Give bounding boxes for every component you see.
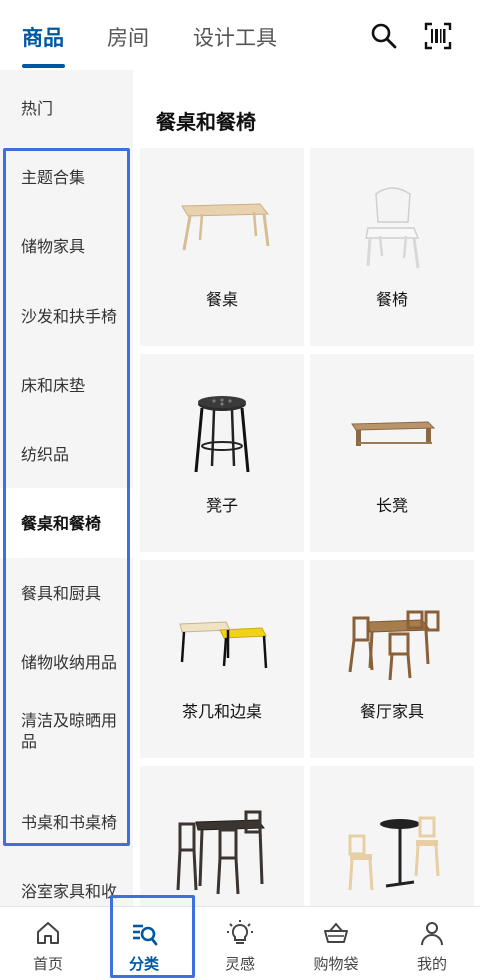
- product-card-dining-chairs[interactable]: 餐椅: [310, 148, 474, 346]
- product-label: 茶几和边桌: [181, 702, 262, 721]
- category-sidebar: 热门 主题合集 储物家具 沙发和扶手椅 床和床垫 纺织品 餐桌和餐椅 餐具和厨具…: [0, 70, 133, 906]
- nav-inspiration[interactable]: 灵感: [192, 907, 288, 980]
- category-content: 餐桌和餐椅 餐桌 餐椅 凳子 长凳 茶几和边桌 餐厅家具: [133, 70, 480, 906]
- active-tab-indicator: [22, 64, 65, 68]
- search-icon[interactable]: [370, 22, 398, 50]
- basket-icon: [324, 922, 348, 943]
- product-card-coffee-side-tables[interactable]: 茶几和边桌: [140, 560, 304, 758]
- tab-design-tools[interactable]: 设计工具: [193, 22, 277, 52]
- dining-set-image: [348, 610, 440, 681]
- home-icon: [37, 922, 59, 944]
- dining-table-image: [181, 203, 270, 251]
- product-label: 凳子: [205, 496, 238, 515]
- sidebar-item-desks[interactable]: 书桌和书桌椅: [0, 787, 133, 857]
- cafe-set-image: [348, 816, 440, 891]
- sidebar-item-storage-organisers[interactable]: 储物收纳用品: [0, 627, 133, 697]
- nav-home-label: 首页: [32, 955, 63, 973]
- product-label: 餐桌: [205, 290, 238, 309]
- product-card-dining-tables[interactable]: 餐桌: [140, 148, 304, 346]
- sidebar-item-textiles[interactable]: 纺织品: [0, 419, 133, 489]
- sidebar-item-storage-furniture[interactable]: 储物家具: [0, 211, 133, 281]
- bar-table-set-image: [176, 810, 265, 895]
- nav-inspiration-label: 灵感: [224, 955, 255, 973]
- product-card-cafe-sets[interactable]: [310, 766, 474, 906]
- nav-home[interactable]: 首页: [0, 907, 96, 980]
- nav-profile[interactable]: 我的: [384, 907, 480, 980]
- top-tab-bar: 商品 房间 设计工具: [0, 0, 480, 70]
- stool-image: [194, 396, 250, 473]
- side-table-image: [179, 621, 268, 669]
- sidebar-item-cookware[interactable]: 餐具和厨具: [0, 558, 133, 628]
- dining-chair-image: [365, 187, 420, 269]
- product-label: 长凳: [375, 496, 408, 515]
- product-card-stools[interactable]: 凳子: [140, 354, 304, 552]
- lightbulb-icon: [227, 920, 253, 944]
- user-icon: [421, 922, 443, 946]
- tab-rooms[interactable]: 房间: [107, 22, 149, 52]
- nav-profile-label: 我的: [416, 955, 447, 973]
- sidebar-item-bathroom[interactable]: 浴室家具和收: [0, 856, 133, 906]
- product-card-bar-sets[interactable]: [140, 766, 304, 906]
- product-card-dining-sets[interactable]: 餐厅家具: [310, 560, 474, 758]
- product-card-benches[interactable]: 长凳: [310, 354, 474, 552]
- nav-cart[interactable]: 购物袋: [288, 907, 384, 980]
- barcode-scan-icon[interactable]: [424, 22, 452, 50]
- product-label: 餐厅家具: [359, 702, 424, 721]
- category-search-icon: [133, 924, 158, 946]
- bottom-navigation: 首页 分类 灵感 购物袋 我的: [0, 906, 480, 980]
- nav-category-label: 分类: [128, 955, 159, 973]
- nav-cart-label: 购物袋: [313, 955, 359, 973]
- sidebar-item-sofas[interactable]: 沙发和扶手椅: [0, 281, 133, 351]
- bench-image: [351, 421, 436, 446]
- sidebar-item-cleaning[interactable]: 清洁及晾晒用品: [0, 696, 133, 766]
- section-title: 餐桌和餐椅: [156, 110, 256, 134]
- sidebar-item-dining[interactable]: 餐桌和餐椅: [0, 488, 133, 558]
- tab-products[interactable]: 商品: [22, 22, 64, 52]
- nav-category[interactable]: 分类: [96, 907, 192, 980]
- sidebar-item-beds[interactable]: 床和床垫: [0, 350, 133, 420]
- sidebar-item-themes[interactable]: 主题合集: [0, 142, 133, 212]
- sidebar-item-hot[interactable]: 热门: [0, 73, 133, 143]
- product-label: 餐椅: [375, 290, 408, 309]
